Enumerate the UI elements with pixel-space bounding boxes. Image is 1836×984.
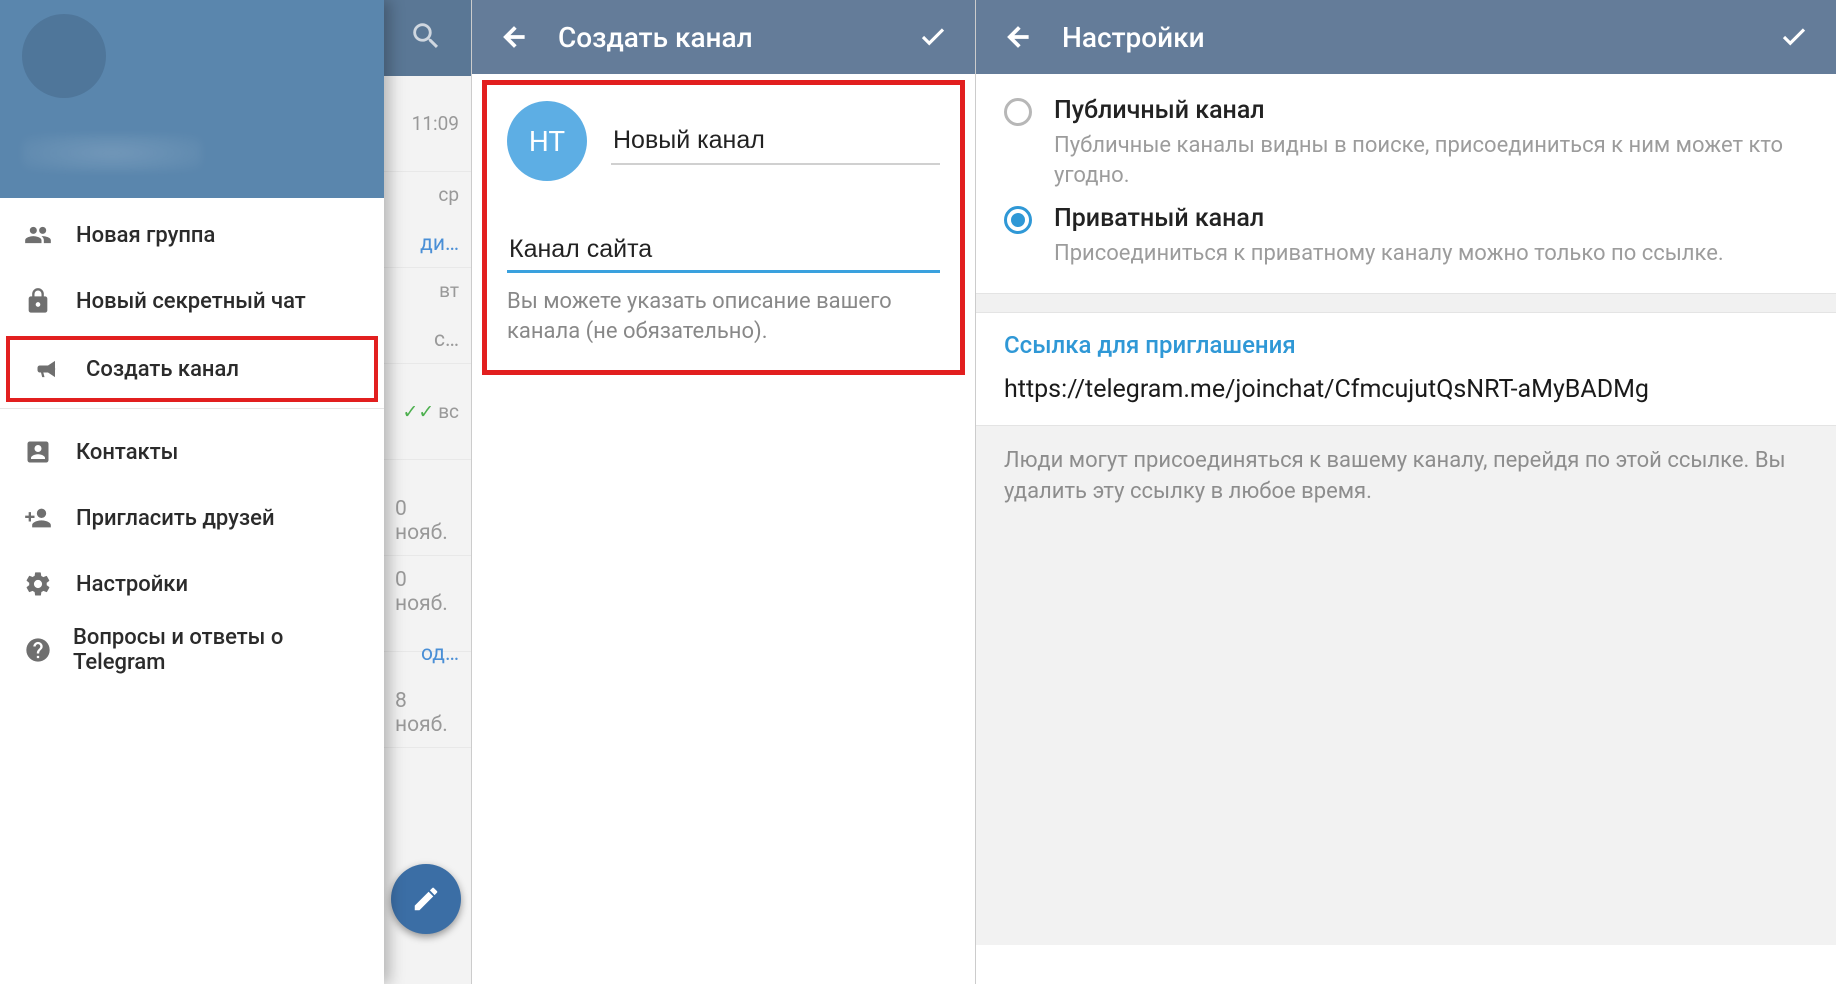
menu-label: Контакты — [76, 440, 178, 465]
toolbar-title: Настройки — [1038, 21, 1774, 54]
radio-public-channel[interactable]: Публичный канал Публичные каналы видны в… — [976, 88, 1836, 196]
menu-label: Новый секретный чат — [76, 289, 306, 314]
channel-description-input[interactable] — [507, 225, 940, 273]
invite-link-footer-text: Люди могут присоединяться к вашему канал… — [976, 425, 1836, 945]
confirm-button[interactable] — [1774, 17, 1814, 57]
profile-name-blurred — [22, 134, 202, 172]
invite-link-section: Ссылка для приглашения https://telegram.… — [976, 313, 1836, 425]
group-icon — [24, 221, 68, 249]
highlight-annotation: Создать канал — [6, 336, 378, 402]
drawer-header — [0, 0, 384, 198]
menu-label: Вопросы и ответы о Telegram — [73, 625, 360, 675]
chat-row[interactable]: втс… — [383, 268, 471, 364]
invite-link-title: Ссылка для приглашения — [1004, 331, 1808, 359]
menu-create-channel[interactable]: Создать канал — [10, 340, 374, 398]
invite-link-value[interactable]: https://telegram.me/joinchat/CfmcujutQsN… — [1004, 373, 1808, 407]
menu-label: Настройки — [76, 572, 188, 597]
radio-title: Публичный канал — [1054, 96, 1808, 125]
radio-subtitle: Присоединиться к приватному каналу можно… — [1054, 239, 1724, 269]
chat-row[interactable]: срди… — [383, 172, 471, 268]
chat-list-peek: 11:09 срди… втс… ✓✓вс 0 нояб. 0 нояб.од…… — [383, 0, 471, 984]
avatar[interactable] — [22, 14, 106, 98]
radio-icon — [1004, 206, 1032, 234]
compose-fab[interactable] — [391, 864, 461, 934]
toolbar-title: Создать канал — [534, 21, 913, 54]
chat-row[interactable]: 0 нояб.од… — [383, 556, 471, 652]
radio-subtitle: Публичные каналы видны в поиске, присоед… — [1054, 131, 1808, 190]
menu-new-group[interactable]: Новая группа — [0, 202, 384, 268]
highlight-annotation: НТ Вы можете указать описание вашего кан… — [482, 80, 965, 375]
channel-avatar[interactable]: НТ — [507, 101, 587, 181]
help-icon — [24, 636, 65, 664]
gear-icon — [24, 570, 68, 598]
screen-drawer: 11:09 срди… втс… ✓✓вс 0 нояб. 0 нояб.од…… — [0, 0, 472, 984]
toolbar: Создать канал — [472, 0, 975, 74]
description-help-text: Вы можете указать описание вашего канала… — [507, 287, 940, 346]
avatar-initials: НТ — [529, 125, 565, 158]
menu-settings[interactable]: Настройки — [0, 551, 384, 617]
radio-title: Приватный канал — [1054, 204, 1724, 233]
section-divider — [976, 293, 1836, 313]
radio-private-channel[interactable]: Приватный канал Присоединиться к приватн… — [976, 196, 1836, 275]
pencil-icon — [411, 884, 441, 914]
arrow-left-icon — [499, 22, 529, 52]
megaphone-icon — [34, 355, 78, 383]
navigation-drawer: Новая группа Новый секретный чат Создать… — [0, 0, 384, 984]
chat-row[interactable]: 0 нояб. — [383, 460, 471, 556]
toolbar: Настройки — [976, 0, 1836, 74]
check-icon — [918, 22, 948, 52]
check-icon — [1779, 22, 1809, 52]
arrow-left-icon — [1003, 22, 1033, 52]
divider — [0, 408, 384, 409]
confirm-button[interactable] — [913, 17, 953, 57]
menu-new-secret-chat[interactable]: Новый секретный чат — [0, 268, 384, 334]
screen-channel-settings: Настройки Публичный канал Публичные кана… — [976, 0, 1836, 984]
search-icon[interactable] — [409, 19, 443, 58]
menu-faq[interactable]: Вопросы и ответы о Telegram — [0, 617, 384, 683]
chat-row[interactable]: 8 нояб. — [383, 652, 471, 748]
menu-label: Новая группа — [76, 223, 215, 248]
menu-contacts[interactable]: Контакты — [0, 419, 384, 485]
channel-name-input[interactable] — [611, 118, 940, 165]
chat-row[interactable]: 11:09 — [383, 76, 471, 172]
radio-icon — [1004, 98, 1032, 126]
menu-invite-friends[interactable]: Пригласить друзей — [0, 485, 384, 551]
screen-create-channel: Создать канал НТ Вы можете указать описа… — [472, 0, 976, 984]
menu-label: Пригласить друзей — [76, 506, 275, 531]
back-button[interactable] — [998, 17, 1038, 57]
back-button[interactable] — [494, 17, 534, 57]
person-add-icon — [24, 504, 68, 532]
menu-label: Создать канал — [86, 357, 239, 382]
contact-icon — [24, 438, 68, 466]
lock-icon — [24, 287, 68, 315]
chat-row[interactable]: ✓✓вс — [383, 364, 471, 460]
